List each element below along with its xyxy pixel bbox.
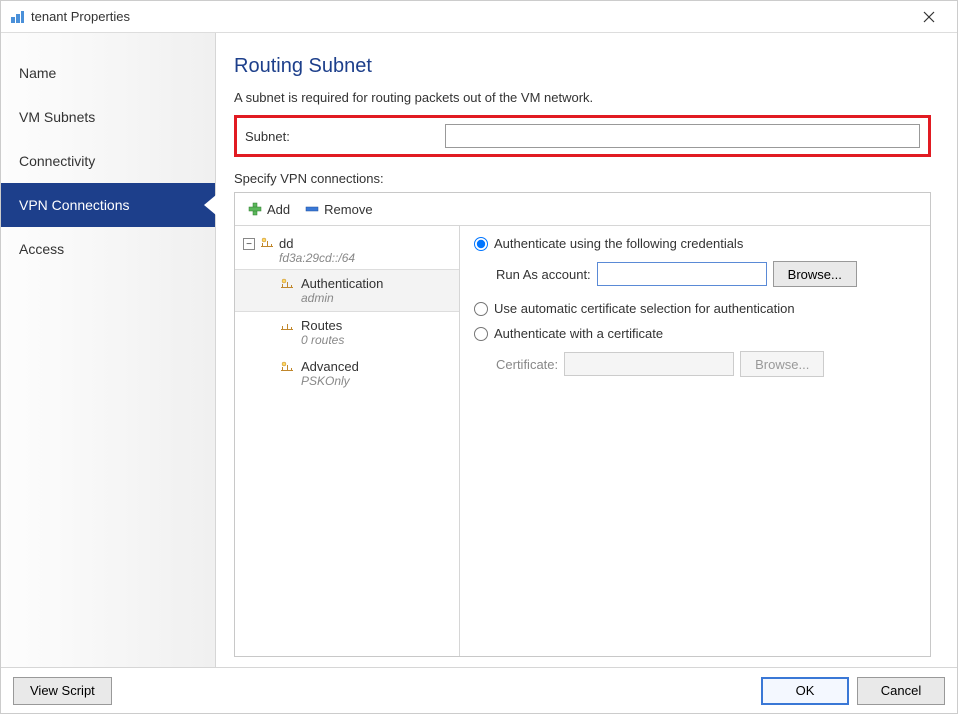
sidebar-item-name[interactable]: Name [1, 51, 215, 95]
main-area: Name VM Subnets Connectivity VPN Connect… [1, 33, 957, 667]
tree-item-label: Authentication [301, 276, 383, 291]
network-icon [259, 236, 275, 252]
add-button[interactable]: Add [243, 199, 294, 219]
radio-auto-cert[interactable] [474, 302, 488, 316]
tree-item-routes[interactable]: Routes 0 routes [235, 312, 459, 353]
view-script-button[interactable]: View Script [13, 677, 112, 705]
tree-item-subtitle: admin [301, 291, 383, 305]
page-heading: Routing Subnet [234, 55, 931, 78]
certificate-input [564, 352, 734, 376]
subnet-label: Subnet: [245, 129, 445, 144]
vpn-toolbar: Add Remove [235, 193, 930, 226]
tree-item-subtitle: PSKOnly [301, 374, 359, 388]
radio-auto-cert-label: Use automatic certificate selection for … [494, 301, 795, 316]
tree-collapse-icon[interactable]: − [243, 238, 255, 250]
runas-row: Run As account: Browse... [496, 261, 916, 287]
browse-certificate-button: Browse... [740, 351, 824, 377]
sidebar-item-vm-subnets[interactable]: VM Subnets [1, 95, 215, 139]
radio-credentials-label: Authenticate using the following credent… [494, 236, 743, 251]
sidebar-item-label: Access [19, 241, 64, 257]
routes-icon [279, 319, 295, 335]
sidebar-item-access[interactable]: Access [1, 227, 215, 271]
radio-credentials[interactable] [474, 237, 488, 251]
certificate-row: Certificate: Browse... [496, 351, 916, 377]
radio-cert[interactable] [474, 327, 488, 341]
app-icon [9, 9, 25, 25]
certificate-label: Certificate: [496, 357, 558, 372]
auth-option-cert[interactable]: Authenticate with a certificate [474, 326, 916, 341]
radio-cert-label: Authenticate with a certificate [494, 326, 663, 341]
runas-input[interactable] [597, 262, 767, 286]
tree-item-subtitle: 0 routes [301, 333, 344, 347]
vpn-tree: − dd fd3a:29cd::/64 [235, 226, 460, 656]
browse-runas-button[interactable]: Browse... [773, 261, 857, 287]
content-panel: Routing Subnet A subnet is required for … [216, 33, 957, 667]
close-button[interactable] [909, 3, 949, 31]
tree-root-subtitle: fd3a:29cd::/64 [279, 251, 355, 265]
sidebar-item-connectivity[interactable]: Connectivity [1, 139, 215, 183]
sidebar-item-label: Name [19, 65, 56, 81]
authentication-detail-panel: Authenticate using the following credent… [460, 226, 930, 656]
subnet-input[interactable] [445, 124, 920, 148]
runas-label: Run As account: [496, 267, 591, 282]
remove-button[interactable]: Remove [300, 199, 376, 219]
network-icon [279, 360, 295, 376]
sidebar-item-label: VPN Connections [19, 197, 130, 213]
tree-item-authentication[interactable]: Authentication admin [235, 269, 459, 312]
page-subtext: A subnet is required for routing packets… [234, 90, 931, 105]
sidebar-item-label: Connectivity [19, 153, 95, 169]
network-icon [279, 277, 295, 293]
subnet-field-highlight: Subnet: [234, 115, 931, 157]
auth-option-credentials[interactable]: Authenticate using the following credent… [474, 236, 916, 251]
tree-item-advanced[interactable]: Advanced PSKOnly [235, 353, 459, 394]
ok-button[interactable]: OK [761, 677, 849, 705]
auth-option-auto-cert[interactable]: Use automatic certificate selection for … [474, 301, 916, 316]
tree-item-label: Routes [301, 318, 344, 333]
remove-label: Remove [324, 202, 372, 217]
dialog-footer: View Script OK Cancel [1, 667, 957, 713]
vpn-body: − dd fd3a:29cd::/64 [235, 226, 930, 656]
tree-root-node[interactable]: − dd fd3a:29cd::/64 [235, 232, 459, 269]
tree-item-label: Advanced [301, 359, 359, 374]
cancel-button[interactable]: Cancel [857, 677, 945, 705]
add-icon [247, 201, 263, 217]
sidebar-item-vpn-connections[interactable]: VPN Connections [1, 183, 215, 227]
remove-icon [304, 201, 320, 217]
window-title: tenant Properties [31, 9, 909, 24]
tree-root-name: dd [279, 236, 355, 251]
sidebar: Name VM Subnets Connectivity VPN Connect… [1, 33, 216, 667]
specify-vpn-label: Specify VPN connections: [234, 171, 931, 186]
vpn-connections-box: Add Remove − [234, 192, 931, 657]
sidebar-item-label: VM Subnets [19, 109, 95, 125]
add-label: Add [267, 202, 290, 217]
titlebar: tenant Properties [1, 1, 957, 33]
